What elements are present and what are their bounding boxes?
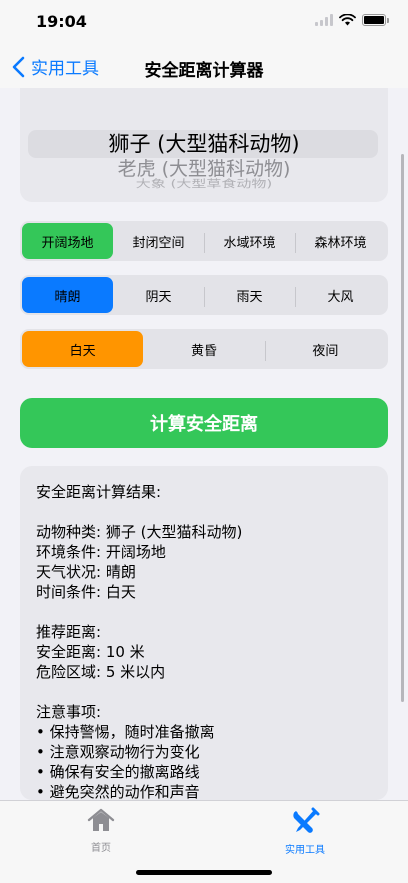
result-line: • 避免突然的动作和声音 <box>36 783 200 800</box>
tab-tools-label: 实用工具 <box>285 845 325 856</box>
status-icons <box>315 14 389 26</box>
tab-home-label: 首页 <box>91 843 111 854</box>
wrench-screwdriver-icon <box>293 807 320 833</box>
segment-forest-environment[interactable]: 森林环境 <box>295 223 386 259</box>
main-content[interactable]: 狮子 (大型猫科动物) 老虎 (大型猫科动物) 大象 (大型草食动物) 开阔场地… <box>0 88 408 800</box>
calculate-safe-distance-button[interactable]: 计算安全距离 <box>20 398 388 448</box>
segment-enclosed-space[interactable]: 封闭空间 <box>113 223 204 259</box>
status-bar: 19:04 <box>0 0 408 46</box>
result-line: 环境条件: 开阔场地 <box>36 543 166 561</box>
result-line: 推荐距离: <box>36 623 102 641</box>
wifi-icon <box>339 14 356 26</box>
result-line <box>36 682 372 702</box>
result-line: 时间条件: 白天 <box>36 583 136 601</box>
result-line: 安全距离计算结果: <box>36 483 162 501</box>
result-line: • 注意观察动物行为变化 <box>36 743 200 761</box>
segment-rainy[interactable]: 雨天 <box>204 277 295 313</box>
segment-open-field[interactable]: 开阔场地 <box>22 223 113 259</box>
tab-bar: 首页 实用工具 <box>0 800 408 883</box>
segment-sunny[interactable]: 晴朗 <box>22 277 113 313</box>
segment-cloudy[interactable]: 阴天 <box>113 277 204 313</box>
segment-night[interactable]: 夜间 <box>264 331 386 367</box>
picker-item[interactable]: 大象 (大型草食动物) <box>20 176 388 191</box>
environment-segmented-control[interactable]: 开阔场地 封闭空间 水域环境 森林环境 <box>20 221 388 261</box>
navigation-bar: 实用工具 安全距离计算器 <box>0 46 408 88</box>
time-of-day-segmented-control[interactable]: 白天 黄昏 夜间 <box>20 329 388 369</box>
cellular-signal-icon <box>315 14 333 26</box>
result-line: • 确保有安全的撤离路线 <box>36 763 200 781</box>
result-line: 安全距离: 10 米 <box>36 643 145 661</box>
house-icon <box>87 808 115 831</box>
weather-segmented-control[interactable]: 晴朗 阴天 雨天 大风 <box>20 275 388 315</box>
result-line: 危险区域: 5 米以内 <box>36 663 166 681</box>
result-line <box>36 602 372 622</box>
result-line: 天气状况: 晴朗 <box>36 563 136 581</box>
segment-windy[interactable]: 大风 <box>295 277 386 313</box>
segment-daytime[interactable]: 白天 <box>22 331 144 367</box>
result-line <box>36 502 372 522</box>
segment-dusk[interactable]: 黄昏 <box>143 331 264 367</box>
scroll-indicator[interactable] <box>401 154 404 702</box>
tab-home[interactable]: 首页 <box>51 807 151 854</box>
result-line: 动物种类: 狮子 (大型猫科动物) <box>36 523 243 541</box>
result-card: 安全距离计算结果: 动物种类: 狮子 (大型猫科动物) 环境条件: 开阔场地 天… <box>20 466 388 800</box>
animal-picker[interactable]: 狮子 (大型猫科动物) 老虎 (大型猫科动物) 大象 (大型草食动物) <box>20 88 388 202</box>
home-indicator[interactable] <box>136 870 272 875</box>
segment-water-environment[interactable]: 水域环境 <box>204 223 295 259</box>
page-title: 安全距离计算器 <box>144 61 264 81</box>
tab-tools[interactable]: 实用工具 <box>255 807 355 856</box>
battery-icon <box>362 14 389 26</box>
result-line: • 保持警惕，随时准备撤离 <box>36 723 215 741</box>
status-time: 19:04 <box>36 12 87 31</box>
result-line: 注意事项: <box>36 703 102 721</box>
